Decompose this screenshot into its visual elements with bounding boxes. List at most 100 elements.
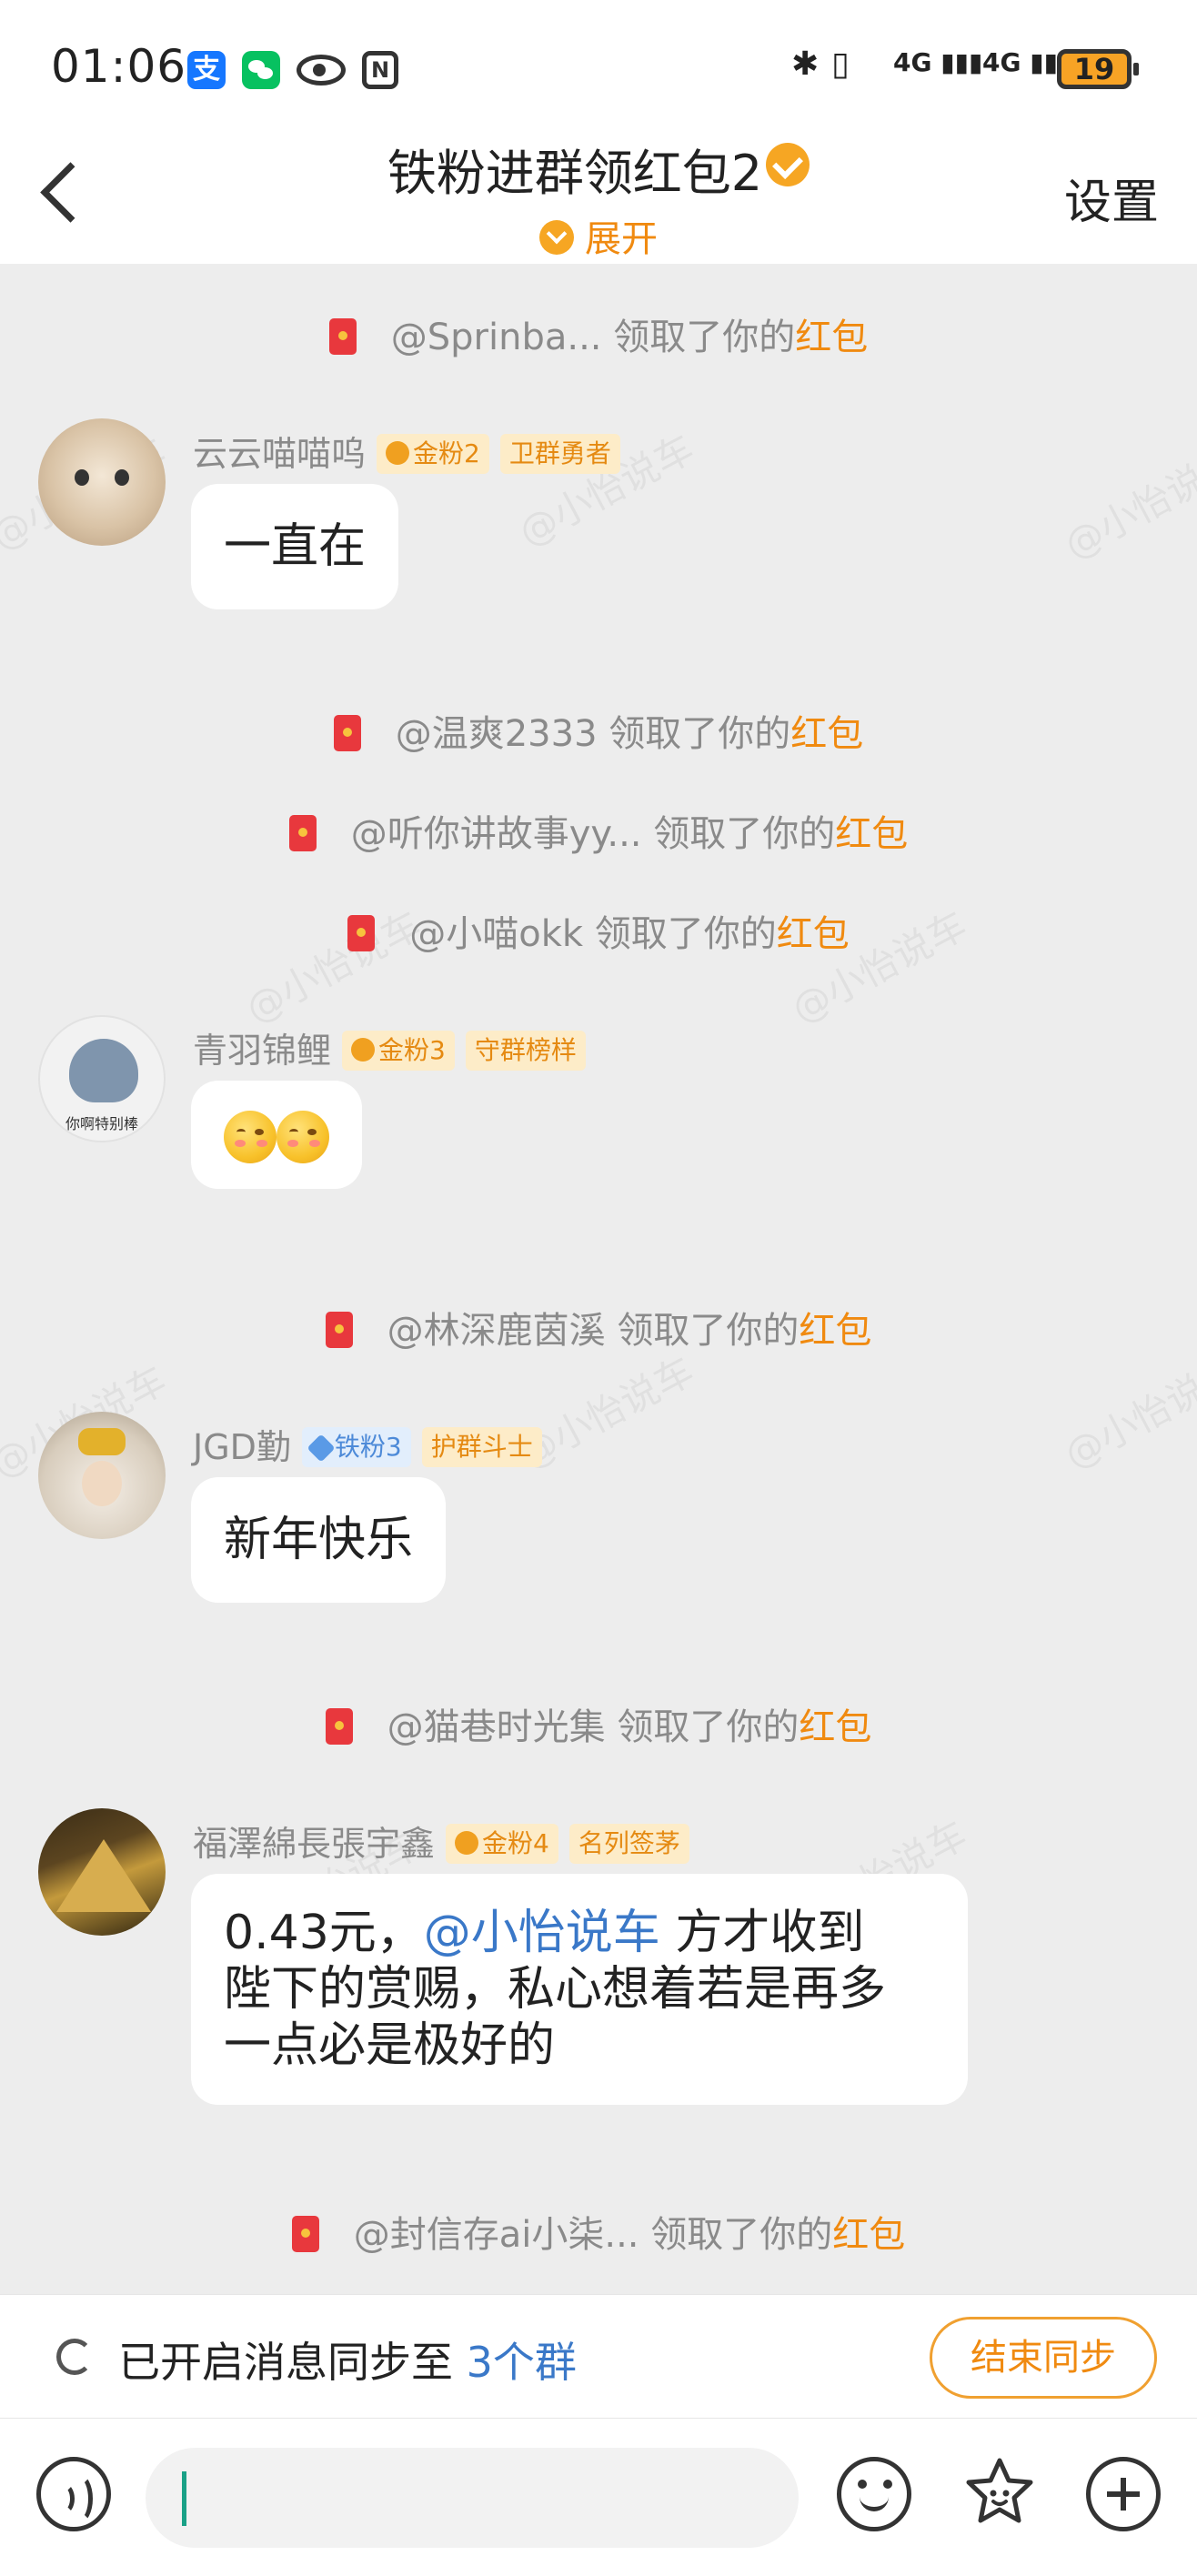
avatar[interactable] (38, 1808, 166, 1936)
group-title-badge: 护群斗士 (421, 1427, 542, 1467)
red-packet-notice: @小喵okk 领取了你的红包 (0, 904, 1197, 957)
sender-name[interactable]: 云云喵喵呜 (193, 434, 366, 474)
notice-red-packet-link[interactable]: 红包 (799, 1310, 871, 1352)
notice-red-packet-link[interactable]: 红包 (799, 1706, 871, 1748)
red-packet-icon (325, 1708, 353, 1745)
gold-fan-icon (386, 441, 410, 465)
sender-name[interactable]: JGD勤 (193, 1427, 291, 1467)
smiling-blush-emoji-icon (224, 1111, 277, 1163)
fan-level-label: 铁粉3 (334, 1432, 402, 1462)
notice-user[interactable]: @温爽2333 (396, 713, 598, 755)
notice-red-packet-link[interactable]: 红包 (832, 2214, 905, 2256)
status-bar: 01:06 支 N ✱ ▯ 4G ▮▮▮ 4G ▮▮ 19 (0, 0, 1197, 127)
red-packet-icon (347, 915, 376, 951)
gold-fan-icon (351, 1038, 376, 1062)
wechat-icon (242, 51, 280, 89)
settings-button[interactable]: 设置 (1064, 164, 1159, 232)
smiling-blush-emoji-icon (277, 1111, 329, 1163)
notice-user[interactable]: @听你讲故事yy... (351, 813, 642, 855)
notice-user[interactable]: @封信存ai小柒... (354, 2214, 639, 2256)
red-packet-notice: @猫巷时光集 领取了你的红包 (0, 1697, 1197, 1750)
message-sender: JGD勤 铁粉3 护群斗士 (193, 1419, 542, 1469)
red-packet-notice: @林深鹿茵溪 领取了你的红包 (0, 1301, 1197, 1353)
expand-chevron-icon (539, 220, 574, 255)
message-bubble[interactable]: 0.43元，@小怡说车 方才收到 陛下的赏赐，私心想着若是再多 一点必是极好的 (191, 1874, 968, 2105)
group-title-badge: 名列签茅 (568, 1824, 689, 1864)
red-packet-notice: @封信存ai小柒... 领取了你的红包 (0, 2205, 1197, 2258)
status-time: 01:06 (51, 40, 187, 93)
add-attachment-button[interactable] (1086, 2457, 1161, 2531)
sender-name[interactable]: 青羽锦鲤 (193, 1031, 331, 1071)
watermark: @小怡说车 (1057, 438, 1197, 569)
red-packet-notice: @Sprinba... 领取了你的红包 (0, 307, 1197, 360)
message-text-line3: 一点必是极好的 (224, 2018, 556, 2073)
notice-user[interactable]: @林深鹿茵溪 (387, 1310, 606, 1352)
notice-user[interactable]: @猫巷时光集 (387, 1706, 606, 1748)
message-bubble[interactable] (191, 1081, 362, 1189)
avatar[interactable]: 你啊特别棒 (38, 1015, 166, 1142)
battery-icon: 19 (1057, 49, 1139, 89)
avatar[interactable] (38, 1412, 166, 1539)
notice-red-packet-link[interactable]: 红包 (790, 713, 863, 755)
sender-name[interactable]: 福澤綿長張宇鑫 (193, 1824, 435, 1864)
expand-label: 展开 (585, 218, 658, 260)
gold-fan-icon (455, 1831, 479, 1855)
notice-action: 领取了你的 (605, 1706, 800, 1748)
fan-level-badge: 金粉3 (342, 1031, 455, 1071)
message-text-line2: 陛下的赏赐，私心想着若是再多 (224, 1962, 887, 2017)
sync-status-label: 已开启消息同步至 (118, 2338, 467, 2387)
message-input[interactable] (146, 2448, 799, 2548)
mention-link[interactable]: @小怡说车 (424, 1906, 660, 1960)
avatar-caption: 你啊特别棒 (65, 1115, 138, 1132)
signal-2-label: 4G (982, 47, 1021, 77)
red-packet-icon (291, 2216, 319, 2252)
group-title-text: 铁粉进群领红包2 (387, 145, 763, 202)
watermark: @小怡说车 (1057, 1348, 1197, 1478)
sync-status-text: 已开启消息同步至 3个群 (118, 2329, 577, 2390)
expand-button[interactable]: 展开 (0, 209, 1197, 262)
signal-1-icon: 4G ▮▮▮ (893, 47, 983, 77)
sync-icon (56, 2339, 93, 2375)
red-packet-icon (333, 715, 361, 751)
message-bubble[interactable]: 一直在 (191, 484, 399, 609)
input-bar (0, 2418, 1197, 2576)
sync-group-count-link[interactable]: 3个群 (467, 2338, 577, 2387)
notice-action: 领取了你的 (601, 317, 796, 358)
notice-red-packet-link[interactable]: 红包 (777, 913, 850, 955)
notice-red-packet-link[interactable]: 红包 (795, 317, 868, 358)
fan-level-label: 金粉4 (482, 1828, 549, 1858)
fan-level-label: 金粉3 (378, 1035, 446, 1065)
avatar[interactable] (38, 418, 166, 546)
notice-red-packet-link[interactable]: 红包 (835, 813, 908, 855)
sticker-button[interactable] (961, 2453, 1039, 2531)
emoji-button[interactable] (837, 2457, 911, 2531)
red-packet-notice: @听你讲故事yy... 领取了你的红包 (0, 804, 1197, 857)
message-sender: 云云喵喵呜 金粉2 卫群勇者 (193, 426, 620, 476)
message-sync-bar: 已开启消息同步至 3个群 结束同步 (0, 2294, 1197, 2418)
message-sender: 青羽锦鲤 金粉3 守群榜样 (193, 1022, 586, 1072)
iron-fan-icon (307, 1434, 336, 1463)
fan-level-badge: 金粉2 (377, 434, 489, 474)
fan-level-label: 金粉2 (413, 438, 480, 468)
vibrate-icon: ▯ (831, 45, 850, 83)
chat-area[interactable]: @小怡说车 @小怡说车 @小怡说车 @小怡说车 @小怡说车 @小怡说车 @小怡说… (0, 264, 1197, 2294)
group-title-badge: 卫群勇者 (499, 434, 620, 474)
sticker-star-icon (966, 2458, 1033, 2523)
bluetooth-icon: ✱ (791, 45, 820, 83)
notice-action: 领取了你的 (605, 1310, 800, 1352)
red-packet-icon (288, 815, 317, 851)
alipay-icon: 支 (187, 51, 226, 89)
end-sync-button[interactable]: 结束同步 (930, 2317, 1157, 2399)
message-bubble[interactable]: 新年快乐 (191, 1477, 447, 1603)
notice-action: 领取了你的 (597, 713, 791, 755)
notice-action: 领取了你的 (639, 2214, 833, 2256)
eye-icon (297, 55, 346, 86)
chat-header: 铁粉进群领红包2 展开 设置 (0, 127, 1197, 264)
message-text-prefix: 0.43元， (224, 1906, 424, 1960)
notice-user[interactable]: @Sprinba... (391, 317, 602, 358)
notice-user[interactable]: @小喵okk (409, 913, 583, 955)
group-title: 铁粉进群领红包2 (0, 133, 1197, 205)
voice-input-button[interactable] (36, 2457, 111, 2531)
text-cursor (182, 2471, 186, 2526)
notice-action: 领取了你的 (583, 913, 777, 955)
